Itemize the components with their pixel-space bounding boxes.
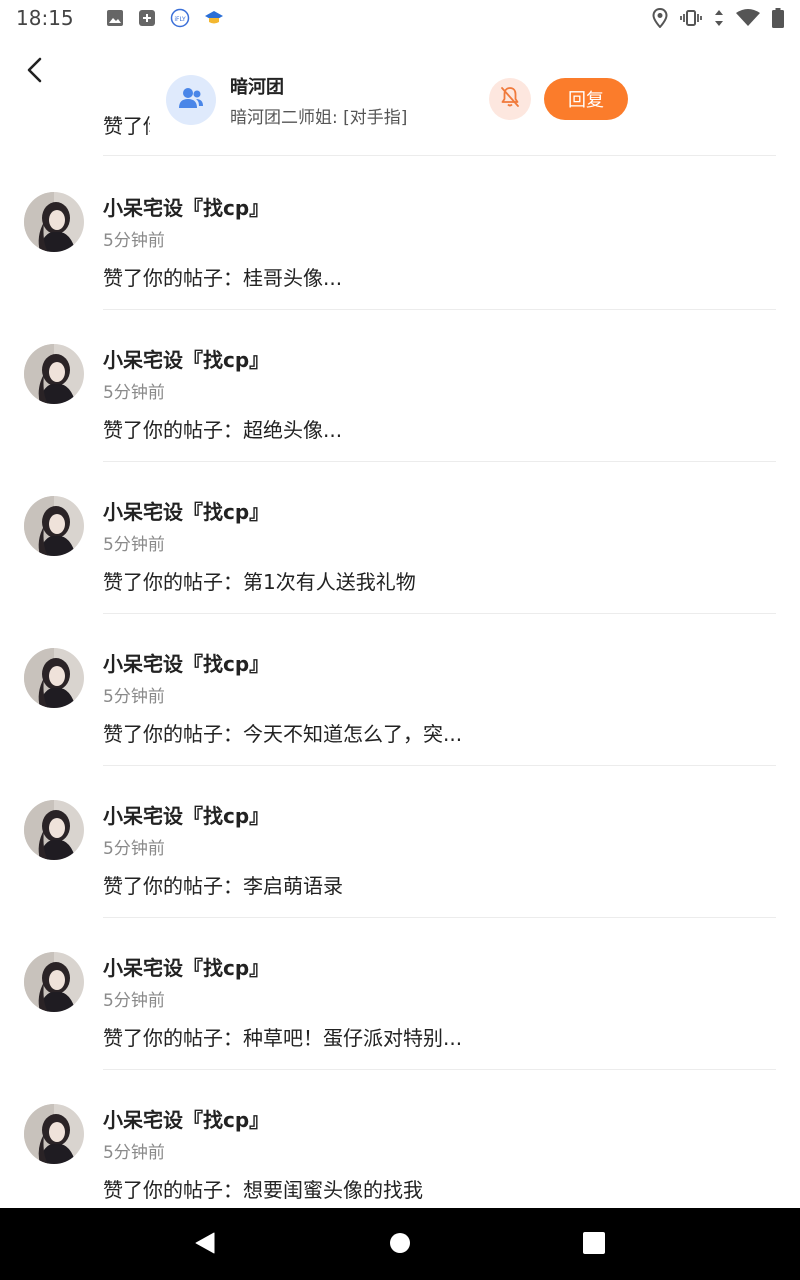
user-name[interactable]: 小呆宅设『找cp』 [103,496,269,525]
notification-content[interactable]: 赞了你的帖子：想要闺蜜头像的找我 [103,1174,423,1203]
timestamp: 5分钟前 [103,1143,165,1163]
timestamp: 5分钟前 [103,383,165,403]
notification-content[interactable]: 赞了你的帖子：超绝头像... [103,414,342,443]
square-recents-icon [582,1231,606,1259]
user-name[interactable]: 小呆宅设『找cp』 [103,344,269,373]
list-item[interactable]: 小呆宅设『找cp』 5分钟前 赞了你的帖子：第1次有人送我礼物 [0,462,800,614]
list-item[interactable]: 小呆宅设『找cp』 5分钟前 赞了你的帖子：李启萌语录 [0,766,800,918]
add-box-icon [138,9,156,27]
avatar[interactable] [24,1104,84,1164]
image-icon [106,9,124,27]
avatar[interactable] [24,344,84,404]
location-icon [652,8,668,28]
group-icon [177,86,205,114]
avatar[interactable] [24,800,84,860]
notification-content[interactable]: 赞了你的帖子：种草吧！蛋仔派对特别... [103,1022,462,1051]
svg-text:iFLY: iFLY [174,16,186,23]
user-name[interactable]: 小呆宅设『找cp』 [103,192,269,221]
list-item[interactable]: 小呆宅设『找cp』 5分钟前 赞了你的帖子：今天不知道怎么了，突... [0,614,800,766]
avatar[interactable] [24,192,84,252]
notification-title: 暗河团 [230,76,284,98]
battery-icon [772,8,784,28]
user-name[interactable]: 小呆宅设『找cp』 [103,800,269,829]
avatar[interactable] [24,952,84,1012]
reply-button[interactable]: 回复 [544,78,628,120]
in-app-notification[interactable]: 暗河团 暗河团二师姐: [对手指] 回复 [150,62,640,138]
list-item[interactable]: 小呆宅设『找cp』 5分钟前 赞了你的帖子：种草吧！蛋仔派对特别... [0,918,800,1070]
notification-message: 暗河团二师姐: [对手指] [230,107,408,128]
bell-off-icon [498,85,522,113]
triangle-back-icon [192,1230,218,1260]
timestamp: 5分钟前 [103,839,165,859]
notification-content[interactable]: 赞了你的帖子：桂哥头像... [103,262,342,291]
screen: 赞了你的帖子 小呆宅设『找cp』 5分钟前 赞了你的帖子：桂哥头像... 小呆宅… [0,0,800,1280]
clock: 18:15 [16,6,74,30]
circle-home-icon [388,1231,412,1259]
timestamp: 5分钟前 [103,231,165,251]
avatar[interactable] [24,648,84,708]
nav-recents-button[interactable] [579,1230,609,1260]
timestamp: 5分钟前 [103,687,165,707]
timestamp: 5分钟前 [103,535,165,555]
list-item[interactable]: 小呆宅设『找cp』 5分钟前 赞了你的帖子：桂哥头像... [0,158,800,310]
back-button[interactable] [20,54,52,86]
status-bar: 18:15 iFLY [0,0,800,36]
list-item[interactable]: 小呆宅设『找cp』 5分钟前 赞了你的帖子：想要闺蜜头像的找我 [0,1070,800,1222]
user-name[interactable]: 小呆宅设『找cp』 [103,952,269,981]
mute-button[interactable] [489,78,531,120]
user-name[interactable]: 小呆宅设『找cp』 [103,1104,269,1133]
group-avatar [166,75,216,125]
divider [103,155,776,156]
nav-home-button[interactable] [385,1230,415,1260]
notification-content[interactable]: 赞了你的帖子：今天不知道怎么了，突... [103,718,462,747]
list-item[interactable]: 小呆宅设『找cp』 5分钟前 赞了你的帖子：超绝头像... [0,310,800,462]
notification-content[interactable]: 赞了你的帖子：第1次有人送我礼物 [103,566,416,595]
timestamp: 5分钟前 [103,991,165,1011]
avatar[interactable] [24,496,84,556]
chevron-left-icon [20,57,52,90]
notification-content[interactable]: 赞了你的帖子：李启萌语录 [103,870,343,899]
navigation-bar [0,1208,800,1280]
wifi-icon [736,9,760,27]
data-arrows-icon [714,9,724,27]
nav-back-button[interactable] [190,1230,220,1260]
ifly-icon: iFLY [170,8,190,28]
user-name[interactable]: 小呆宅设『找cp』 [103,648,269,677]
vibrate-icon [680,9,702,27]
mortarboard-icon [204,9,224,27]
